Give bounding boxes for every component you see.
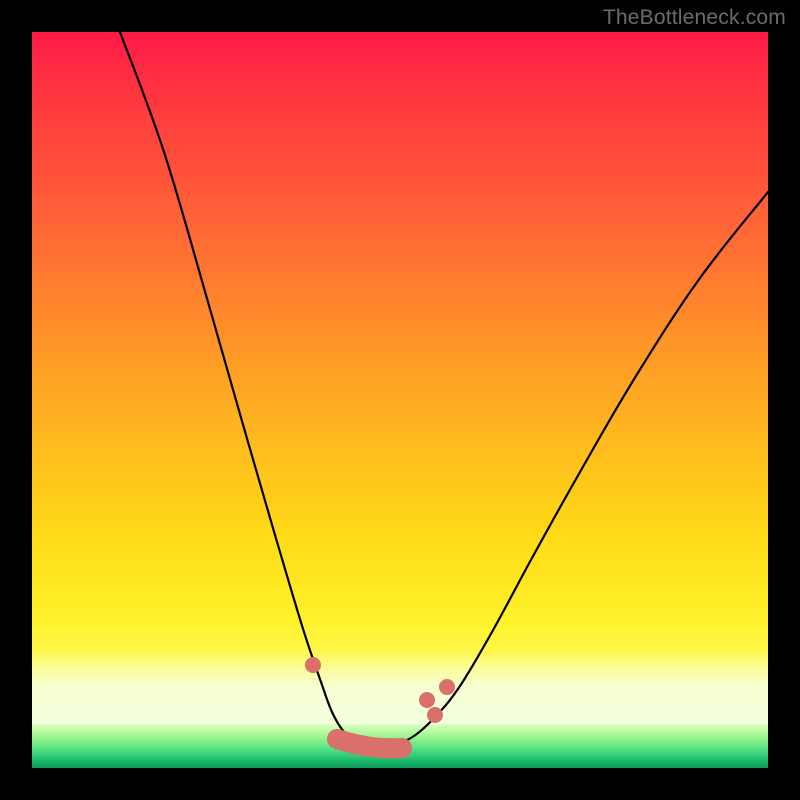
marker-dot bbox=[305, 657, 321, 673]
curve-right-branch bbox=[372, 192, 768, 748]
marker-pill bbox=[337, 739, 402, 748]
chart-frame: TheBottleneck.com bbox=[0, 0, 800, 800]
marker-dot bbox=[427, 707, 443, 723]
watermark-text: TheBottleneck.com bbox=[603, 6, 786, 30]
marker-dot bbox=[419, 692, 435, 708]
curve-layer bbox=[32, 32, 768, 768]
plot-area bbox=[32, 32, 768, 768]
marker-dot bbox=[439, 679, 455, 695]
curve-left-branch bbox=[120, 32, 372, 748]
